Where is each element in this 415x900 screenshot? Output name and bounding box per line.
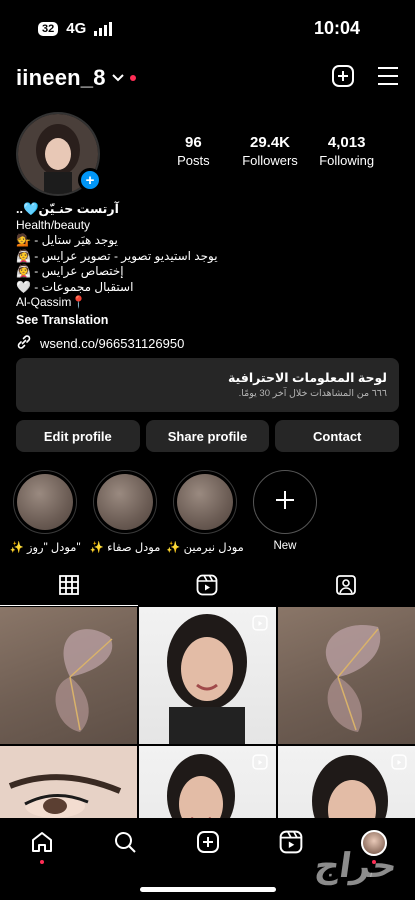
create-icon <box>196 830 220 859</box>
tab-reels[interactable] <box>138 568 276 606</box>
profile-avatar[interactable]: + <box>16 112 102 196</box>
highlight-label: ✨ مودل صفاء <box>89 542 161 554</box>
highlight-label: ✨ مودل نيرمين <box>166 542 244 554</box>
stat-posts[interactable]: 96 Posts <box>155 134 232 168</box>
highlight-label: ✨ مودل "روز" <box>9 542 81 554</box>
stat-following[interactable]: 4,013 Following <box>308 134 385 168</box>
new-highlight-button[interactable]: New <box>252 470 318 554</box>
profile-bio: ..🩵آرتست حنـيّن Health/beauty 💁 - يوجد ه… <box>16 202 399 328</box>
reel-icon <box>391 754 407 775</box>
posts-label: Posts <box>177 153 210 168</box>
profile-header: iineen_8 <box>16 62 399 94</box>
highlight-item[interactable]: ✨ مودل "روز" <box>9 470 81 554</box>
header-actions <box>331 64 399 93</box>
reel-icon <box>252 754 268 775</box>
location: Al-Qassim📍 <box>16 295 87 309</box>
plus-icon <box>274 489 296 516</box>
highlight-cover <box>177 474 233 530</box>
stat-followers[interactable]: 29.4K Followers <box>232 134 309 168</box>
share-profile-button[interactable]: Share profile <box>145 420 270 452</box>
edit-profile-button[interactable]: Edit profile <box>16 420 140 452</box>
dashboard-subtitle: ٦٦٦ من المشاهدات خلال آخر 30 يومًا. <box>238 388 387 399</box>
nav-create[interactable] <box>188 830 228 862</box>
bio-line: 💁 - يوجد هيَر ستايل <box>16 233 118 247</box>
highlight-cover <box>17 474 73 530</box>
following-count: 4,013 <box>327 134 366 151</box>
category: Health/beauty <box>16 217 91 232</box>
link-text: wsend.co/966531126950 <box>40 336 185 351</box>
nav-reels[interactable] <box>271 830 311 862</box>
battery-indicator: 32 <box>38 21 59 36</box>
network-type: 4G <box>66 20 87 37</box>
highlight-label: New <box>273 540 297 552</box>
add-story-button[interactable]: + <box>78 168 102 192</box>
post-thumbnail[interactable] <box>139 607 276 744</box>
notification-dot <box>129 75 136 81</box>
clock: 10:04 <box>313 18 360 38</box>
bio-line: 👰 - يوجد استيديو تصوير - تصوير عرايس <box>16 248 218 263</box>
search-icon <box>113 830 137 859</box>
link-icon <box>16 334 32 353</box>
create-post-icon[interactable] <box>331 64 355 93</box>
signal-icon <box>94 21 113 36</box>
profile-actions: Edit profile Share profile Contact <box>16 420 400 452</box>
nav-home[interactable] <box>22 830 62 864</box>
tagged-icon <box>335 574 357 601</box>
story-highlights: ✨ مودل "روز" ✨ مودل صفاء ✨ مودل نيرمين N… <box>9 470 318 554</box>
see-translation-link[interactable]: See Translation <box>16 313 399 329</box>
profile-tabs <box>0 568 415 606</box>
posts-count: 96 <box>184 134 202 151</box>
grid-icon <box>59 574 80 600</box>
nav-search[interactable] <box>105 830 145 862</box>
dashboard-title: لوحة المعلومات الاحترافية <box>227 371 387 385</box>
reels-icon <box>196 574 218 601</box>
website-link[interactable]: wsend.co/966531126950 <box>16 334 184 353</box>
highlight-item[interactable]: ✨ مودل نيرمين <box>166 470 244 554</box>
status-bar: 32 4G 10:04 <box>0 0 415 58</box>
following-label: Following <box>319 153 375 168</box>
display-name: ..🩵آرتست حنـيّن <box>16 202 119 216</box>
post-thumbnail[interactable] <box>0 607 137 744</box>
home-icon <box>30 830 54 859</box>
followers-count: 29.4K <box>249 134 291 151</box>
chevron-down-icon[interactable] <box>111 69 124 87</box>
profile-stats: 96 Posts 29.4K Followers 4,013 Following <box>155 134 385 168</box>
username[interactable]: iineen_8 <box>16 65 106 91</box>
followers-label: Followers <box>242 153 298 168</box>
reel-icon <box>252 615 268 636</box>
reels-icon <box>279 830 303 859</box>
notification-dot <box>39 860 44 864</box>
watermark: حراج <box>312 847 400 885</box>
bio-line: 🤍 - استقبال مجموعات <box>16 279 134 294</box>
tab-posts[interactable] <box>0 568 139 606</box>
tab-tagged[interactable] <box>277 568 415 606</box>
contact-button[interactable]: Contact <box>275 420 400 452</box>
home-indicator <box>139 887 276 892</box>
status-left: 32 4G <box>38 20 113 37</box>
menu-icon[interactable] <box>377 66 399 91</box>
bio-line: 👰 - إختصاص عرايس <box>16 264 124 278</box>
highlight-item[interactable]: ✨ مودل صفاء <box>89 470 161 554</box>
post-thumbnail[interactable] <box>278 607 415 744</box>
professional-dashboard[interactable]: لوحة المعلومات الاحترافية ٦٦٦ من المشاهد… <box>16 358 399 412</box>
highlight-cover <box>97 474 153 530</box>
